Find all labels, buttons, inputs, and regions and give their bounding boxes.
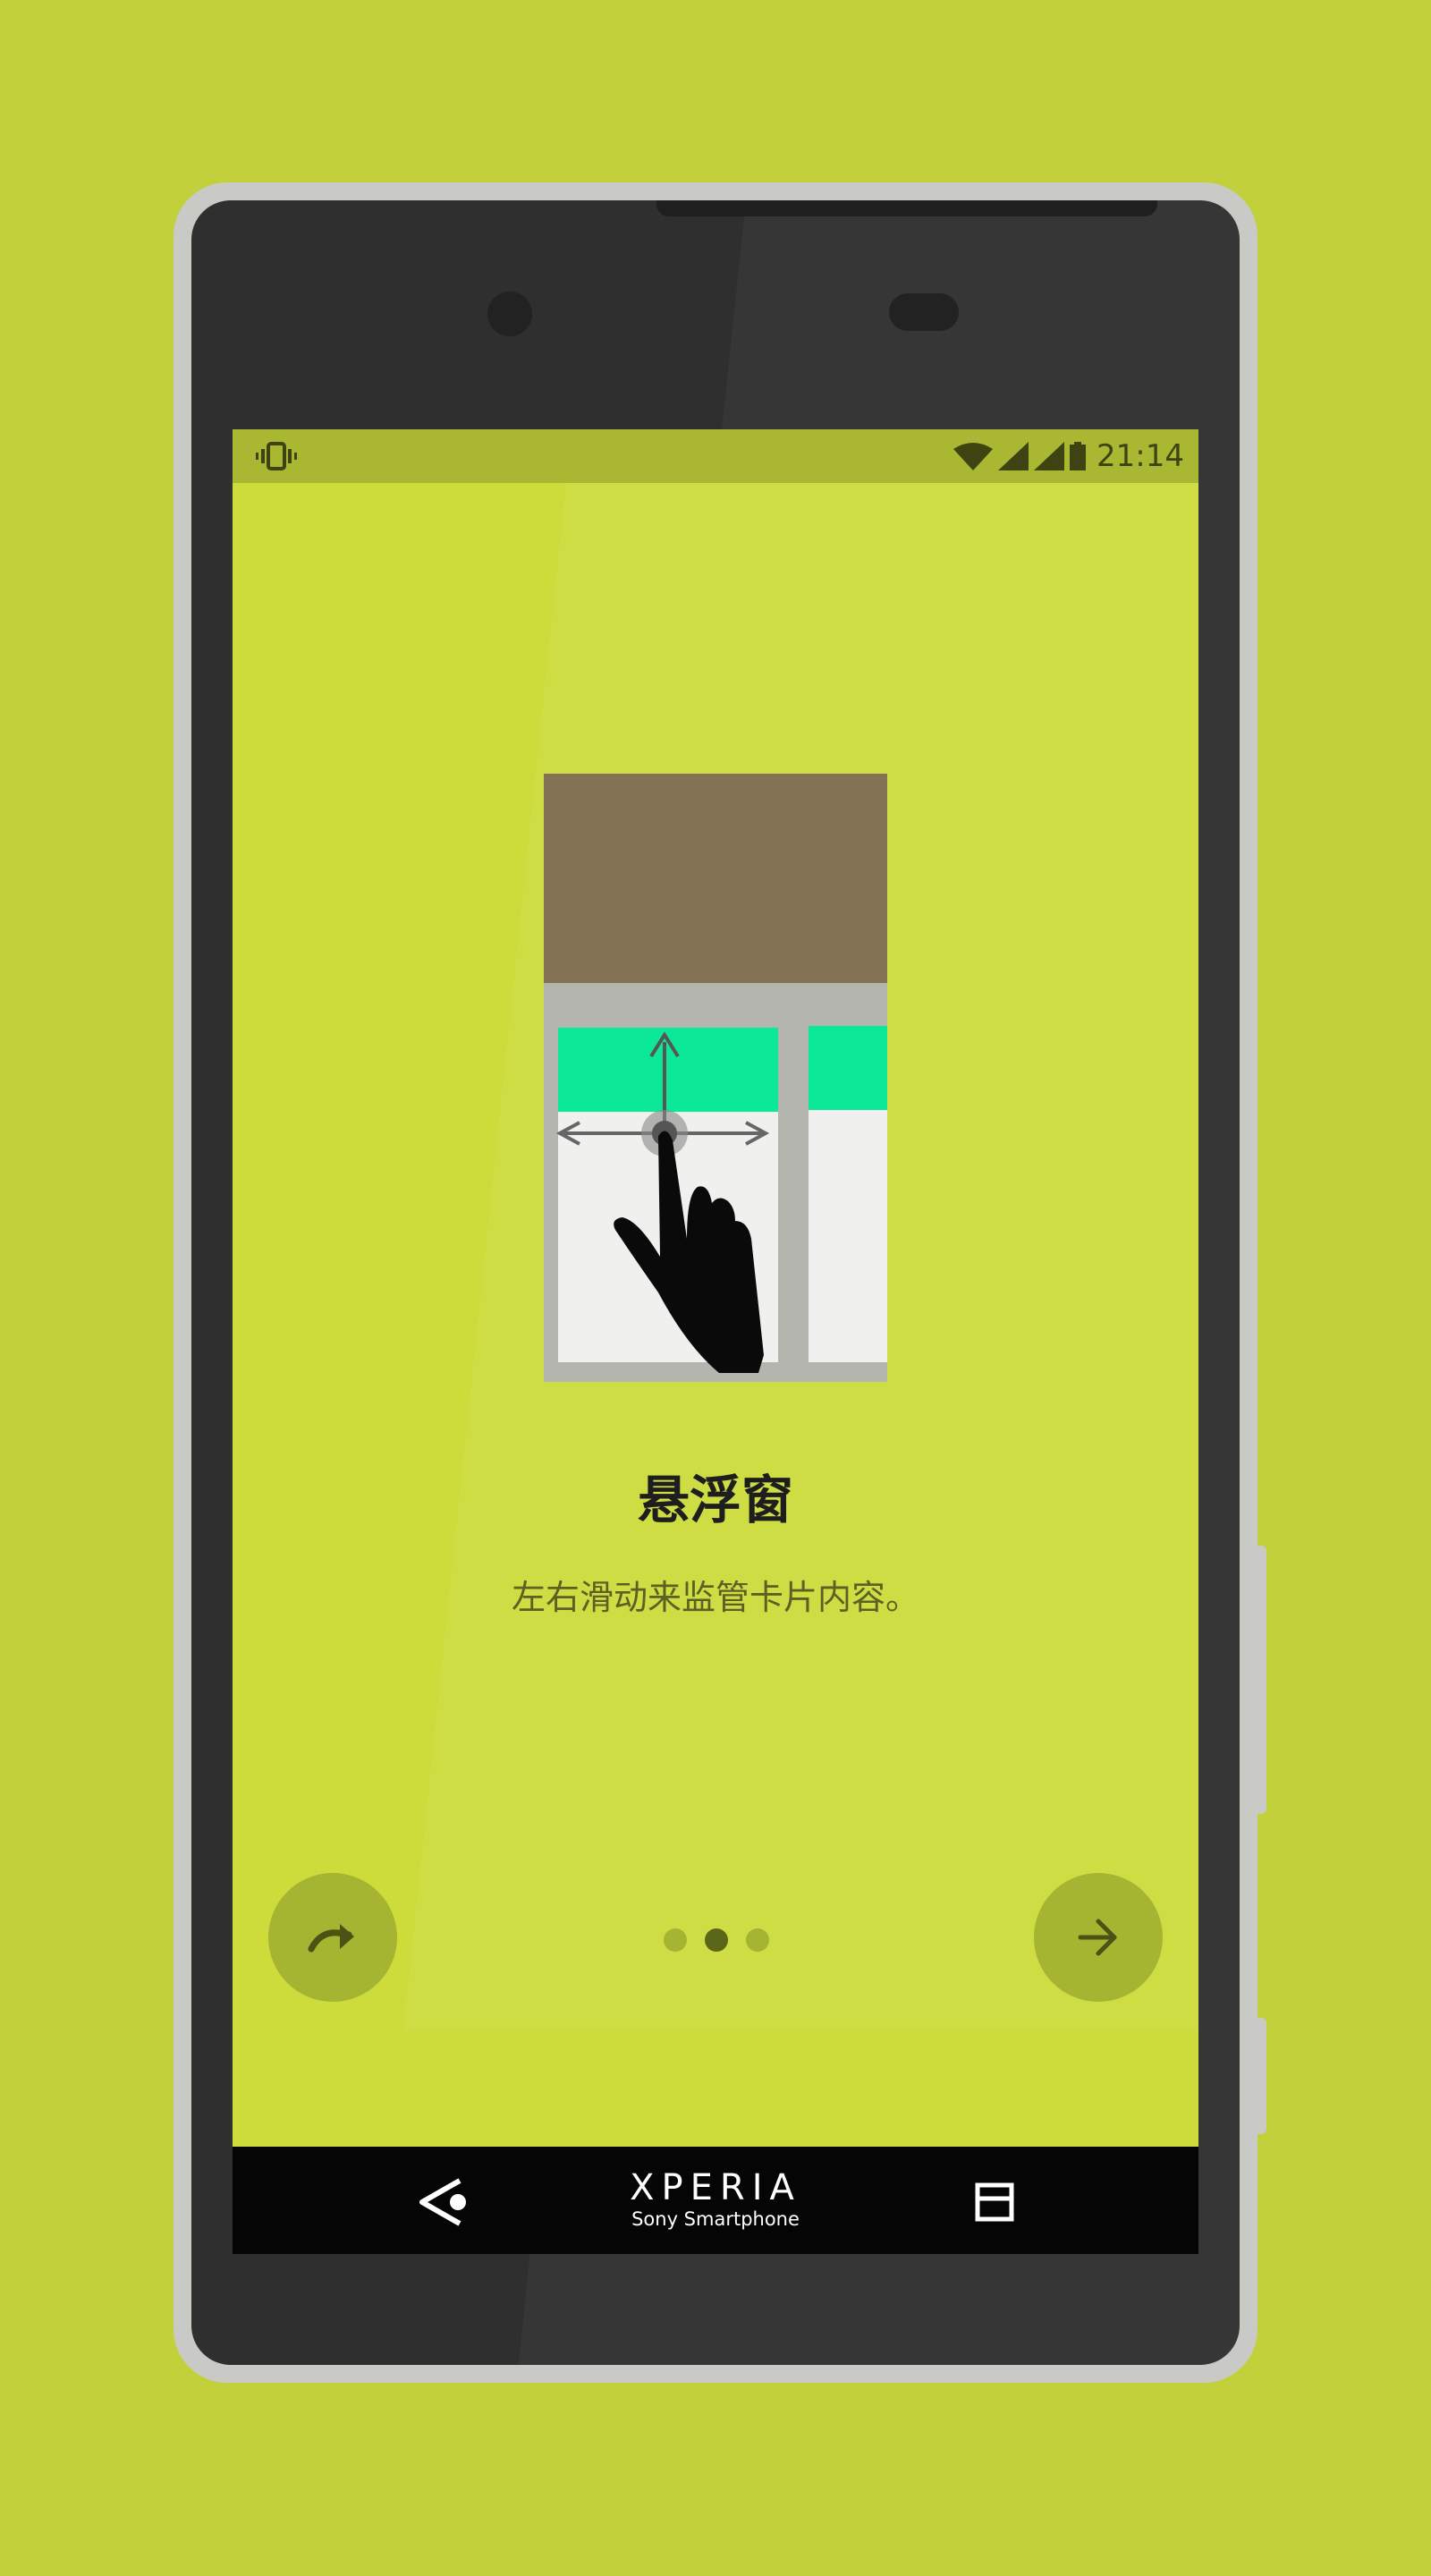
page-dot-3 — [746, 1928, 769, 1952]
floating-window-illustration — [544, 774, 887, 1382]
brand-name: XPERIA — [630, 2167, 801, 2208]
status-time: 21:14 — [1097, 438, 1184, 474]
power-button — [1257, 1546, 1266, 1814]
navigation-bar: XPERIA Sony Smartphone — [233, 2147, 1198, 2254]
brand-logo: XPERIA Sony Smartphone — [233, 2168, 1198, 2231]
wifi-icon — [953, 443, 994, 470]
battery-icon — [1070, 442, 1087, 470]
app-screen: 21:14 悬浮窗 左右滑动来监管卡片内容。 — [233, 429, 1198, 2147]
recent-apps-icon[interactable] — [975, 2182, 1014, 2222]
status-bar: 21:14 — [233, 429, 1198, 483]
page-description: 左右滑动来监管卡片内容。 — [511, 1578, 919, 1617]
camera-button — [1257, 2018, 1266, 2134]
front-camera — [487, 292, 532, 336]
next-button[interactable] — [1034, 1873, 1163, 2002]
signal-icon-2 — [1034, 442, 1065, 470]
brand-subtitle: Sony Smartphone — [631, 2208, 800, 2230]
signal-icon — [998, 442, 1029, 470]
speaker-slot — [656, 200, 1157, 216]
skip-button[interactable] — [268, 1873, 397, 2002]
vibrate-icon — [256, 442, 297, 470]
page-title: 悬浮窗 — [637, 1470, 793, 1530]
arrow-right-icon — [1078, 1919, 1117, 1956]
page-dot-2 — [705, 1928, 728, 1952]
page-indicator — [664, 1928, 769, 1952]
skip-forward-icon — [308, 1924, 354, 1953]
proximity-sensor — [889, 293, 959, 331]
page-dot-1 — [664, 1928, 687, 1952]
